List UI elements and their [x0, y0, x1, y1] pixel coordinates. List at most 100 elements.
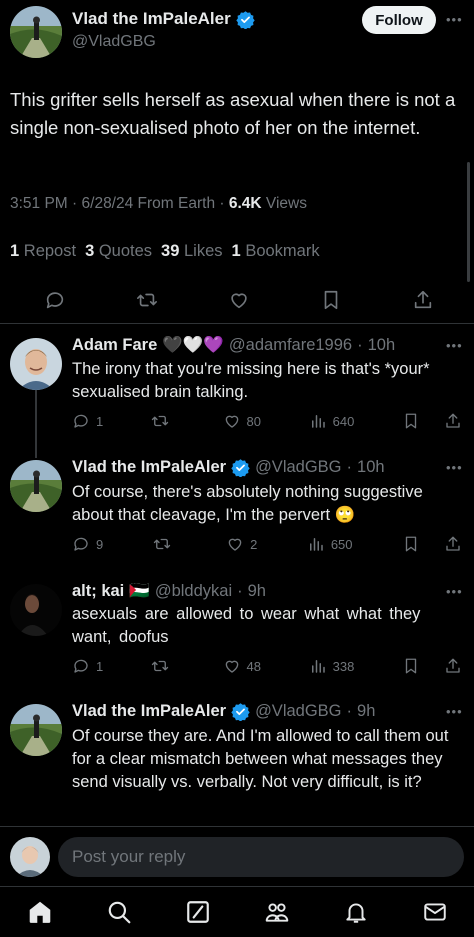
tweet-time[interactable]: 3:51 PM — [10, 195, 68, 212]
reply-time[interactable]: 9h — [357, 702, 375, 721]
messages-icon[interactable] — [422, 899, 448, 925]
reply-display-name[interactable]: alt; kai — [72, 582, 124, 601]
notifications-icon[interactable] — [343, 899, 369, 925]
bookmark-icon[interactable] — [402, 657, 420, 675]
reply-emoji: 🇵🇸 — [129, 582, 150, 600]
more-options-icon[interactable]: ••• — [446, 704, 463, 719]
views-label: Views — [265, 195, 307, 212]
more-options-icon[interactable]: ••• — [446, 12, 463, 27]
current-user-avatar[interactable] — [10, 837, 50, 877]
tweet-date[interactable]: 6/28/24 — [82, 195, 134, 212]
reply-display-name[interactable]: Adam Fare — [72, 336, 157, 355]
author-name-row: Vlad the ImPaleAler — [72, 9, 255, 29]
author-display-name[interactable]: Vlad the ImPaleAler — [72, 9, 231, 29]
reply-avatar[interactable] — [10, 584, 62, 636]
reply-reply-action[interactable]: 1 — [72, 412, 103, 430]
share-icon[interactable] — [412, 289, 434, 311]
reply-display-name[interactable]: Vlad the ImPaleAler — [72, 702, 226, 721]
reply-count: 1 — [96, 413, 104, 429]
views-icon — [311, 660, 325, 673]
reposts-label: Repost — [23, 242, 77, 260]
reply-like-action[interactable]: 2 — [226, 535, 257, 553]
thread-line — [35, 448, 37, 458]
reply-item[interactable]: Adam Fare 🖤🤍💜 @adamfare1996 · 10h ••• Th… — [0, 324, 474, 448]
author-avatar[interactable] — [10, 6, 62, 58]
reply-text: Of course, there's absolutely nothing su… — [72, 483, 423, 524]
scrollbar[interactable] — [467, 162, 470, 282]
like-count: 48 — [246, 658, 261, 674]
author-handle[interactable]: @VladGBG — [72, 33, 156, 51]
reply-handle[interactable]: @blddykai — [155, 582, 232, 601]
more-options-icon[interactable]: ••• — [446, 460, 463, 475]
reply-like-action[interactable]: 48 — [223, 657, 261, 675]
verified-badge-icon — [236, 10, 255, 29]
reply-reply-action[interactable]: 1 — [72, 657, 103, 675]
reply-composer: Post your reply — [0, 826, 474, 886]
communities-icon[interactable] — [264, 899, 290, 925]
reply-time-separator: · — [237, 582, 243, 600]
reply-text: asexuals are allowed to wear what what t… — [72, 605, 421, 646]
bookmark-icon[interactable] — [402, 412, 420, 430]
reply-time-separator: · — [357, 336, 363, 354]
thread-line — [35, 390, 37, 448]
reply-handle[interactable]: @VladGBG — [255, 458, 341, 477]
likes-count: 39 — [161, 242, 180, 260]
reply-time[interactable]: 10h — [357, 458, 385, 477]
reply-input[interactable]: Post your reply — [58, 837, 464, 877]
more-options-icon[interactable]: ••• — [446, 338, 463, 353]
verified-badge-icon — [231, 703, 250, 721]
reply-icon[interactable] — [44, 289, 66, 311]
bookmarks-label: Bookmark — [245, 242, 320, 260]
reply-display-name[interactable]: Vlad the ImPaleAler — [72, 458, 226, 477]
reply-time[interactable]: 10h — [368, 336, 396, 355]
bookmarks-stat[interactable]: 1 Bookmark — [232, 242, 320, 261]
reposts-count: 1 — [10, 242, 20, 260]
bookmark-icon[interactable] — [402, 535, 420, 553]
views-count: 6.4K — [228, 195, 262, 212]
follow-button[interactable]: Follow — [362, 6, 436, 34]
reply-views-action[interactable]: 650 — [307, 535, 353, 553]
reply-avatar[interactable] — [10, 704, 62, 756]
reply-repost-action[interactable] — [153, 535, 177, 553]
reply-avatar[interactable] — [10, 338, 62, 390]
reply-actions: 9 2 650 — [72, 535, 462, 553]
grok-icon[interactable] — [185, 899, 211, 925]
share-icon[interactable] — [444, 412, 462, 430]
reply-like-action[interactable]: 80 — [223, 412, 261, 430]
reply-views-action[interactable]: 640 — [309, 412, 354, 430]
reply-time[interactable]: 9h — [248, 582, 266, 601]
likes-stat[interactable]: 39 Likes — [161, 242, 222, 261]
more-options-icon[interactable]: ••• — [446, 584, 463, 599]
reply-repost-action[interactable] — [151, 412, 175, 430]
like-count: 80 — [246, 413, 261, 429]
like-icon — [225, 660, 238, 673]
reply-handle[interactable]: @VladGBG — [255, 702, 341, 721]
reposts-stat[interactable]: 1 Repost — [10, 242, 76, 261]
tweet-body: This grifter sells herself as asexual wh… — [10, 89, 456, 138]
reply-item[interactable]: Vlad the ImPaleAler @VladGBG · 9h ••• Of… — [0, 696, 474, 826]
share-icon[interactable] — [444, 535, 462, 553]
reply-item[interactable]: Vlad the ImPaleAler @VladGBG · 10h ••• O… — [0, 448, 474, 572]
repost-icon — [151, 415, 169, 427]
reply-header: Vlad the ImPaleAler @VladGBG · 9h — [72, 702, 375, 721]
reply-views-action[interactable]: 338 — [309, 657, 354, 675]
like-icon[interactable] — [228, 289, 250, 311]
reply-icon — [74, 414, 88, 428]
reply-avatar[interactable] — [10, 460, 62, 512]
reply-text: The irony that you're missing here is th… — [72, 360, 430, 401]
reply-reply-action[interactable]: 9 — [72, 535, 103, 553]
search-icon[interactable] — [106, 899, 132, 925]
home-icon[interactable] — [27, 899, 53, 925]
reply-text: Of course they are. And I'm allowed to c… — [72, 727, 449, 791]
repost-icon[interactable] — [136, 289, 158, 311]
reply-actions: 1 80 640 — [72, 412, 462, 430]
reply-repost-action[interactable] — [151, 657, 175, 675]
share-icon[interactable] — [444, 657, 462, 675]
quotes-count: 3 — [85, 242, 95, 260]
reply-handle[interactable]: @adamfare1996 — [229, 336, 352, 355]
quotes-stat[interactable]: 3 Quotes — [85, 242, 152, 261]
reply-item[interactable]: alt; kai 🇵🇸 @blddykai · 9h ••• asexuals … — [0, 572, 474, 696]
like-icon — [225, 415, 238, 428]
reply-emoji: 🖤🤍💜 — [162, 336, 224, 354]
bookmark-icon[interactable] — [320, 289, 342, 311]
